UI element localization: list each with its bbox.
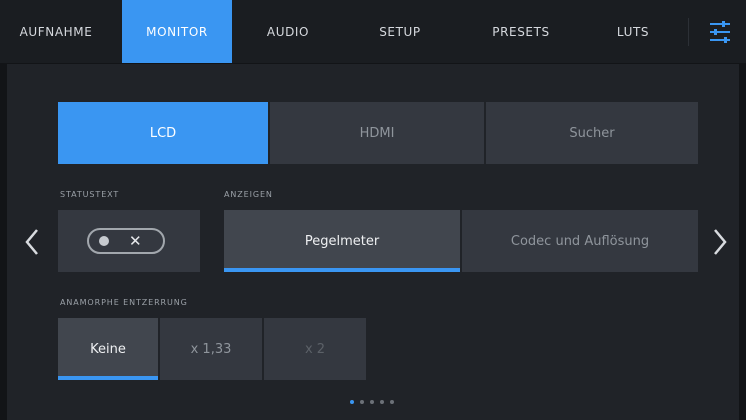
output-sucher-button[interactable]: Sucher	[486, 102, 698, 164]
tab-divider	[688, 18, 689, 46]
display-codec-button[interactable]: Codec und Auflösung	[462, 210, 698, 272]
tab-audio[interactable]: AUDIO	[238, 0, 338, 63]
selected-indicator	[58, 376, 158, 380]
page-dot[interactable]	[350, 400, 354, 404]
anamorphic-133-button[interactable]: x 1,33	[160, 318, 262, 380]
chevron-left-icon	[25, 229, 38, 255]
anamorphic-2-button[interactable]: x 2	[264, 318, 366, 380]
tab-presets[interactable]: PRESETS	[466, 0, 576, 63]
top-navigation: AUFNAHME MONITOR AUDIO SETUP PRESETS LUT…	[0, 0, 746, 63]
page-indicator	[350, 400, 394, 404]
page-dot[interactable]	[370, 400, 374, 404]
display-codec-label: Codec und Auflösung	[510, 233, 650, 249]
tab-luts[interactable]: LUTS	[588, 0, 678, 63]
anamorphic-label: ANAMORPHE ENTZERRUNG	[60, 298, 188, 307]
page-dot[interactable]	[360, 400, 364, 404]
statustext-toggle[interactable]: ✕	[87, 228, 165, 254]
anamorphic-keine-label: Keine	[90, 341, 126, 357]
output-lcd-label: LCD	[149, 125, 177, 141]
close-icon: ✕	[129, 232, 142, 250]
tab-monitor[interactable]: MONITOR	[122, 0, 232, 63]
tab-aufnahme[interactable]: AUFNAHME	[0, 0, 112, 63]
output-sucher-label: Sucher	[569, 125, 615, 141]
display-pegelmeter-label: Pegelmeter	[304, 233, 380, 249]
output-hdmi-button[interactable]: HDMI	[270, 102, 484, 164]
tab-setup[interactable]: SETUP	[350, 0, 450, 63]
display-pegelmeter-button[interactable]: Pegelmeter	[224, 210, 460, 272]
previous-page-button[interactable]	[20, 222, 46, 262]
page-dot[interactable]	[390, 400, 394, 404]
next-page-button[interactable]	[706, 222, 732, 262]
settings-button[interactable]	[700, 14, 740, 50]
chevron-right-icon	[714, 229, 727, 255]
selected-indicator	[224, 268, 460, 272]
output-hdmi-label: HDMI	[359, 125, 395, 141]
toggle-knob	[99, 236, 109, 246]
statustext-label: STATUSTEXT	[60, 190, 120, 199]
anamorphic-keine-button[interactable]: Keine	[58, 318, 158, 380]
anamorphic-2-label: x 2	[304, 341, 326, 357]
output-lcd-button[interactable]: LCD	[58, 102, 268, 164]
page-dot[interactable]	[380, 400, 384, 404]
sliders-icon	[710, 21, 730, 43]
anzeigen-label: ANZEIGEN	[224, 190, 273, 199]
anamorphic-133-label: x 1,33	[190, 341, 232, 357]
